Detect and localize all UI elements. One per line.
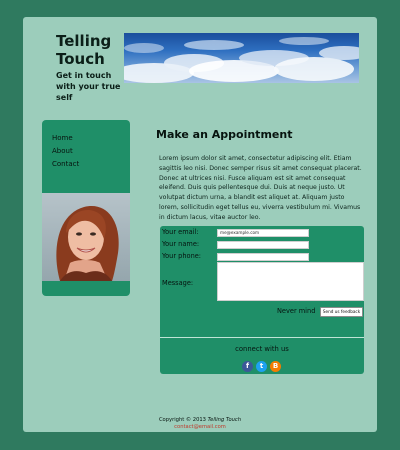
sky-banner-image (124, 33, 359, 83)
intro-paragraph: Lorem ipsum dolor sit amet, consectetur … (159, 155, 362, 221)
form-divider (160, 337, 364, 338)
copyright-prefix: Copyright © 2013 (158, 417, 206, 423)
twitter-icon[interactable]: t (256, 361, 267, 372)
message-textarea[interactable] (217, 262, 364, 301)
contact-email-link[interactable]: contact@email.com (23, 424, 377, 430)
copyright-text: Copyright © 2013 Telling Touch (23, 417, 377, 423)
message-label: Message: (162, 279, 194, 287)
never-mind-link[interactable]: Never mind (277, 307, 315, 315)
blogger-icon[interactable]: B (270, 361, 281, 372)
nav-item-contact[interactable]: Contact (52, 160, 79, 168)
sidebar: Home About Contact (42, 120, 130, 296)
site-tagline: Get in touch with your true self (56, 71, 121, 102)
connect-label: connect with us (235, 345, 289, 353)
nav-item-about[interactable]: About (52, 147, 73, 155)
name-label: Your name: (162, 240, 200, 248)
appointment-form: Your email: me@example.com Your name: Yo… (160, 226, 364, 374)
profile-photo (42, 193, 130, 281)
email-field[interactable]: me@example.com (217, 229, 309, 237)
phone-field[interactable] (217, 253, 309, 261)
copyright-site-name: Telling Touch (207, 417, 242, 423)
name-field[interactable] (217, 241, 309, 249)
email-label: Your email: (162, 228, 199, 236)
facebook-icon[interactable]: f (242, 361, 253, 372)
nav-item-home[interactable]: Home (52, 134, 73, 142)
send-feedback-button[interactable]: Send us feedback (320, 307, 363, 317)
phone-label: Your phone: (162, 252, 202, 260)
page-container: Telling Touch Get in touch with your tru… (23, 17, 377, 432)
page-title: Make an Appointment (156, 128, 293, 141)
